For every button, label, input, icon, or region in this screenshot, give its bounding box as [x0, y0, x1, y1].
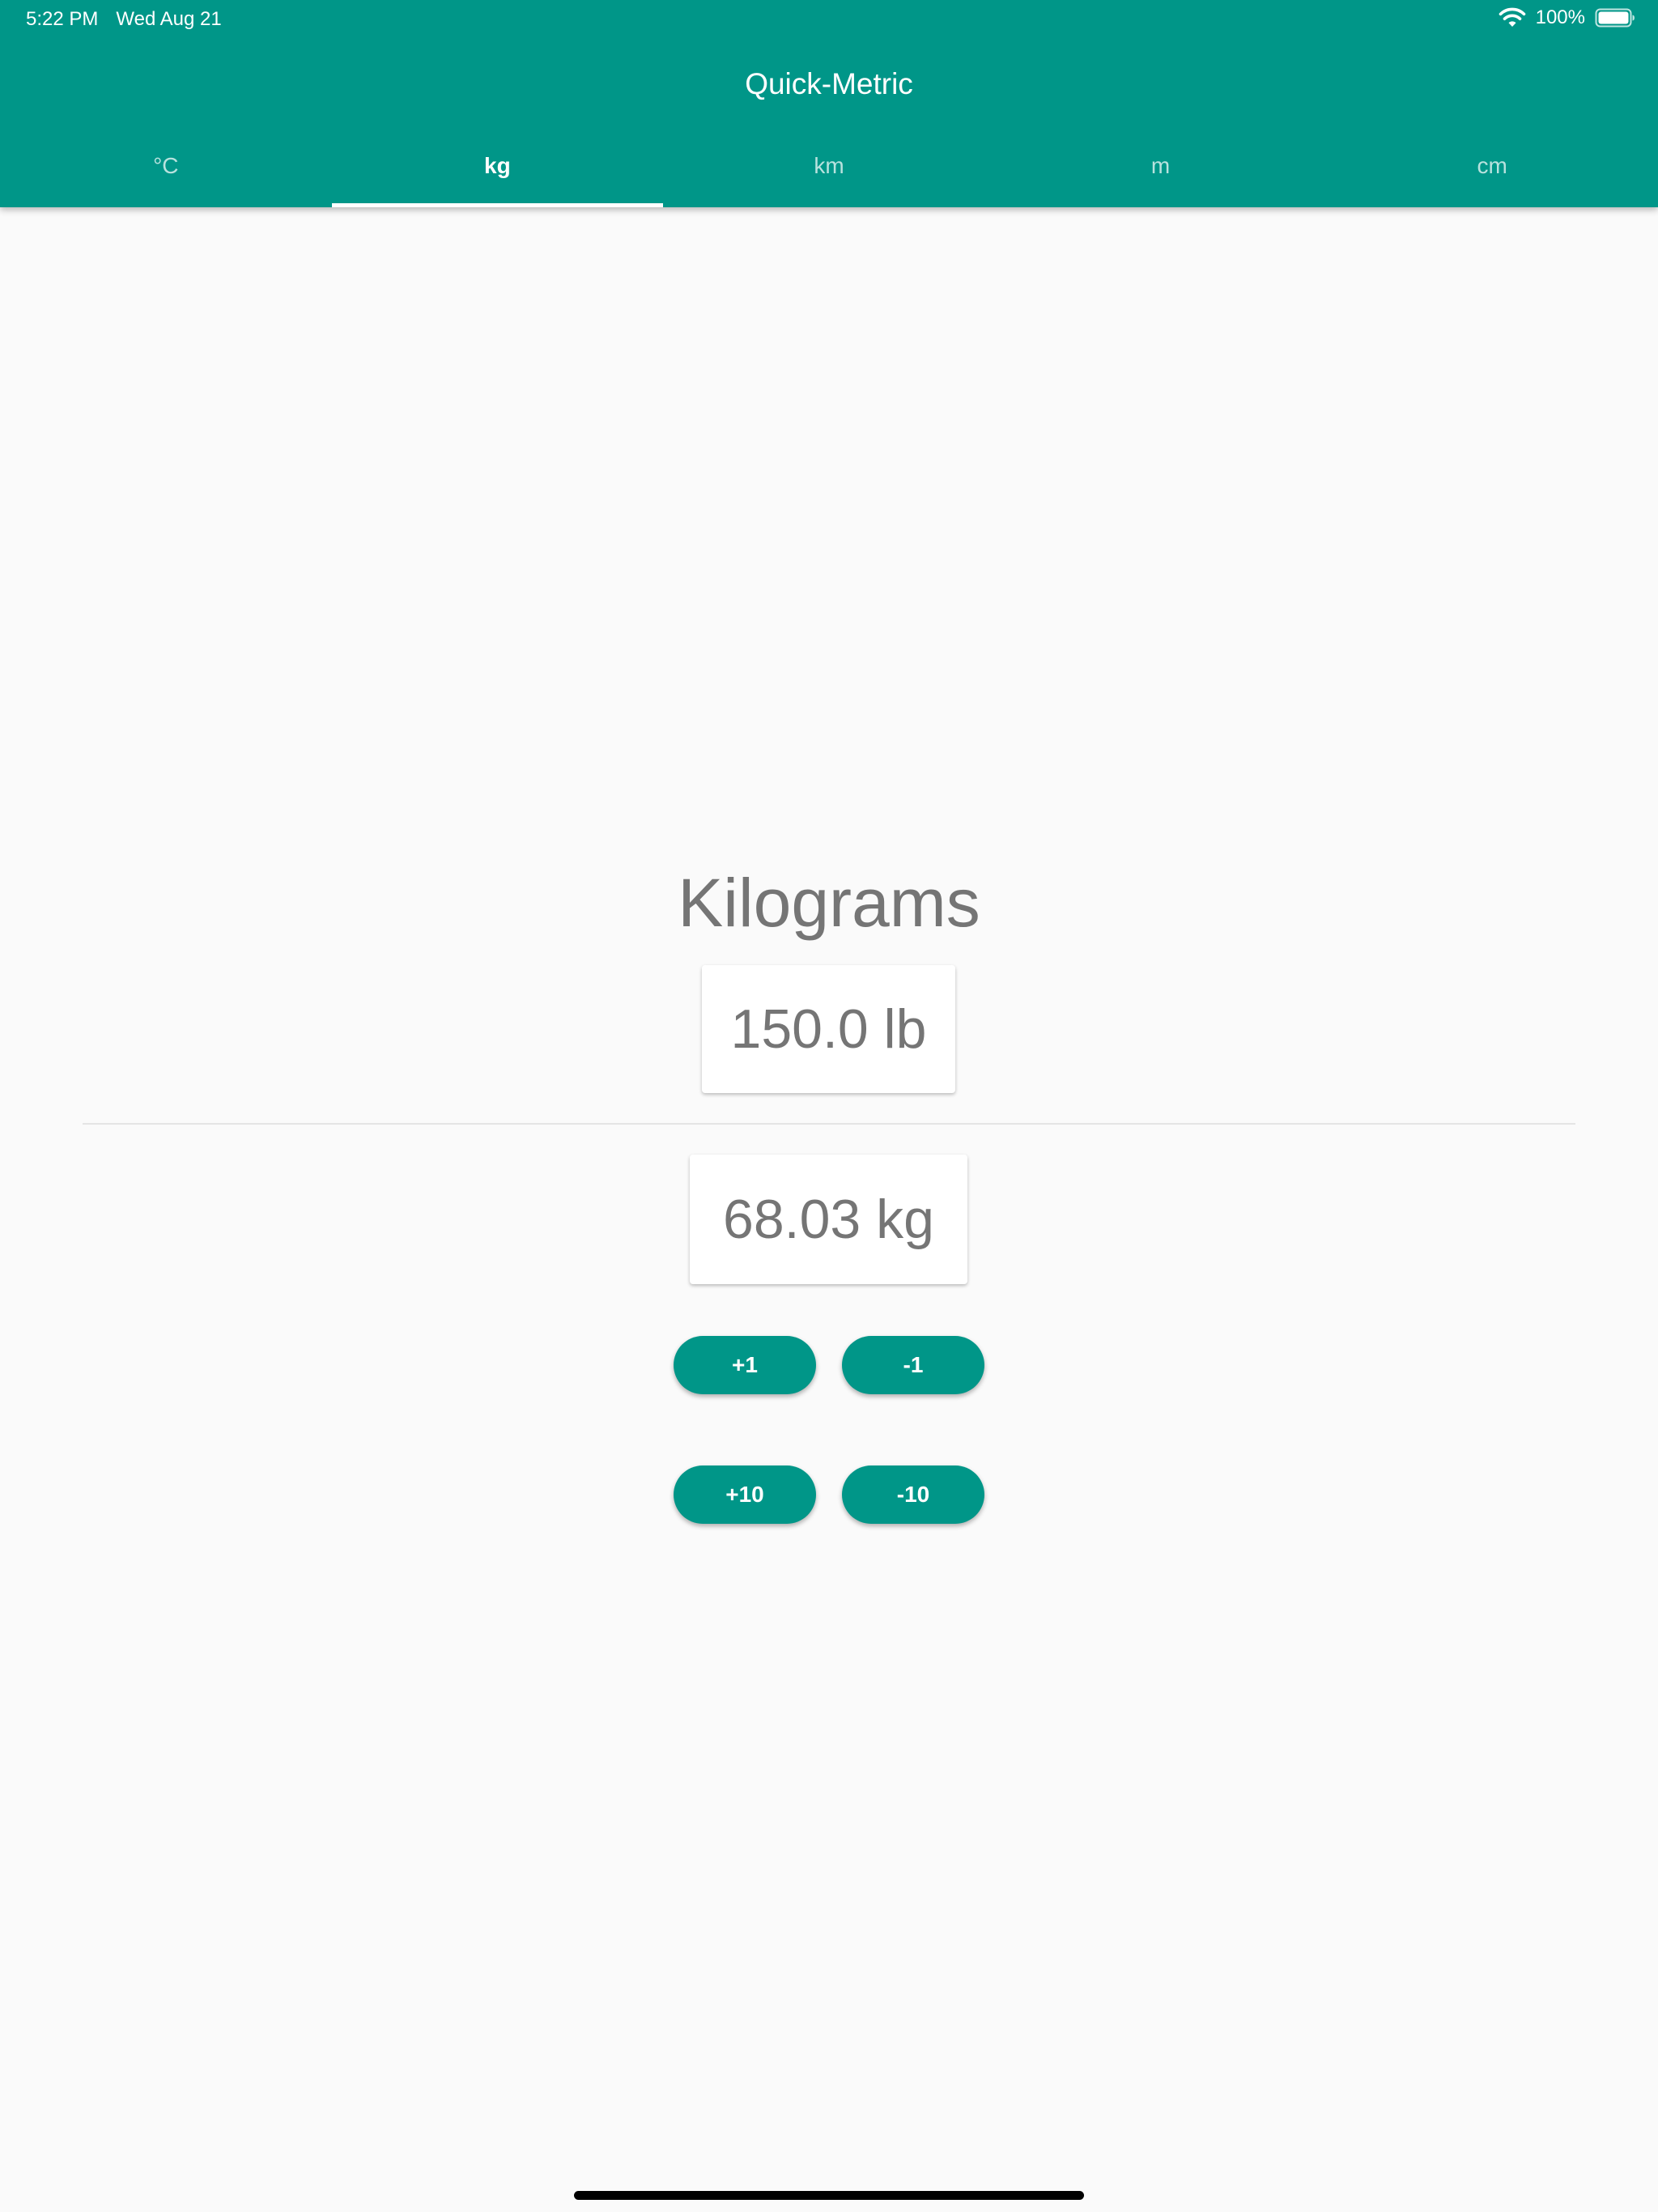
battery-percentage: 100%: [1535, 6, 1585, 28]
wifi-icon: [1499, 7, 1526, 28]
tab-meters[interactable]: m: [995, 136, 1327, 207]
result-value-card: 68.03 kg: [690, 1155, 967, 1284]
app-bar: 5:22 PM Wed Aug 21 100% Quick-Metric °C …: [0, 0, 1658, 207]
plus-ten-button[interactable]: +10: [674, 1465, 816, 1524]
status-clock: 5:22 PM Wed Aug 21: [26, 8, 222, 31]
home-indicator[interactable]: [574, 2191, 1084, 2200]
status-indicators: 100%: [1499, 6, 1635, 29]
status-date: Wed Aug 21: [116, 8, 222, 30]
tab-kilometers[interactable]: km: [663, 136, 995, 207]
minus-ten-button[interactable]: -10: [842, 1465, 984, 1524]
status-bar: 5:22 PM Wed Aug 21 100%: [0, 0, 1658, 39]
plus-one-button[interactable]: +1: [674, 1336, 816, 1394]
minus-one-button[interactable]: -1: [842, 1336, 984, 1394]
converter-heading: Kilograms: [678, 865, 980, 941]
tab-centimeters[interactable]: cm: [1326, 136, 1658, 207]
unit-tabs: °C kg km m cm: [0, 136, 1658, 207]
status-time: 5:22 PM: [26, 8, 99, 30]
battery-icon: [1595, 8, 1635, 28]
input-value-card: 150.0 lb: [702, 965, 955, 1093]
tab-kilograms[interactable]: kg: [331, 136, 664, 207]
tab-celsius[interactable]: °C: [0, 136, 332, 207]
divider: [83, 1123, 1575, 1125]
app-title: Quick-Metric: [745, 67, 913, 100]
